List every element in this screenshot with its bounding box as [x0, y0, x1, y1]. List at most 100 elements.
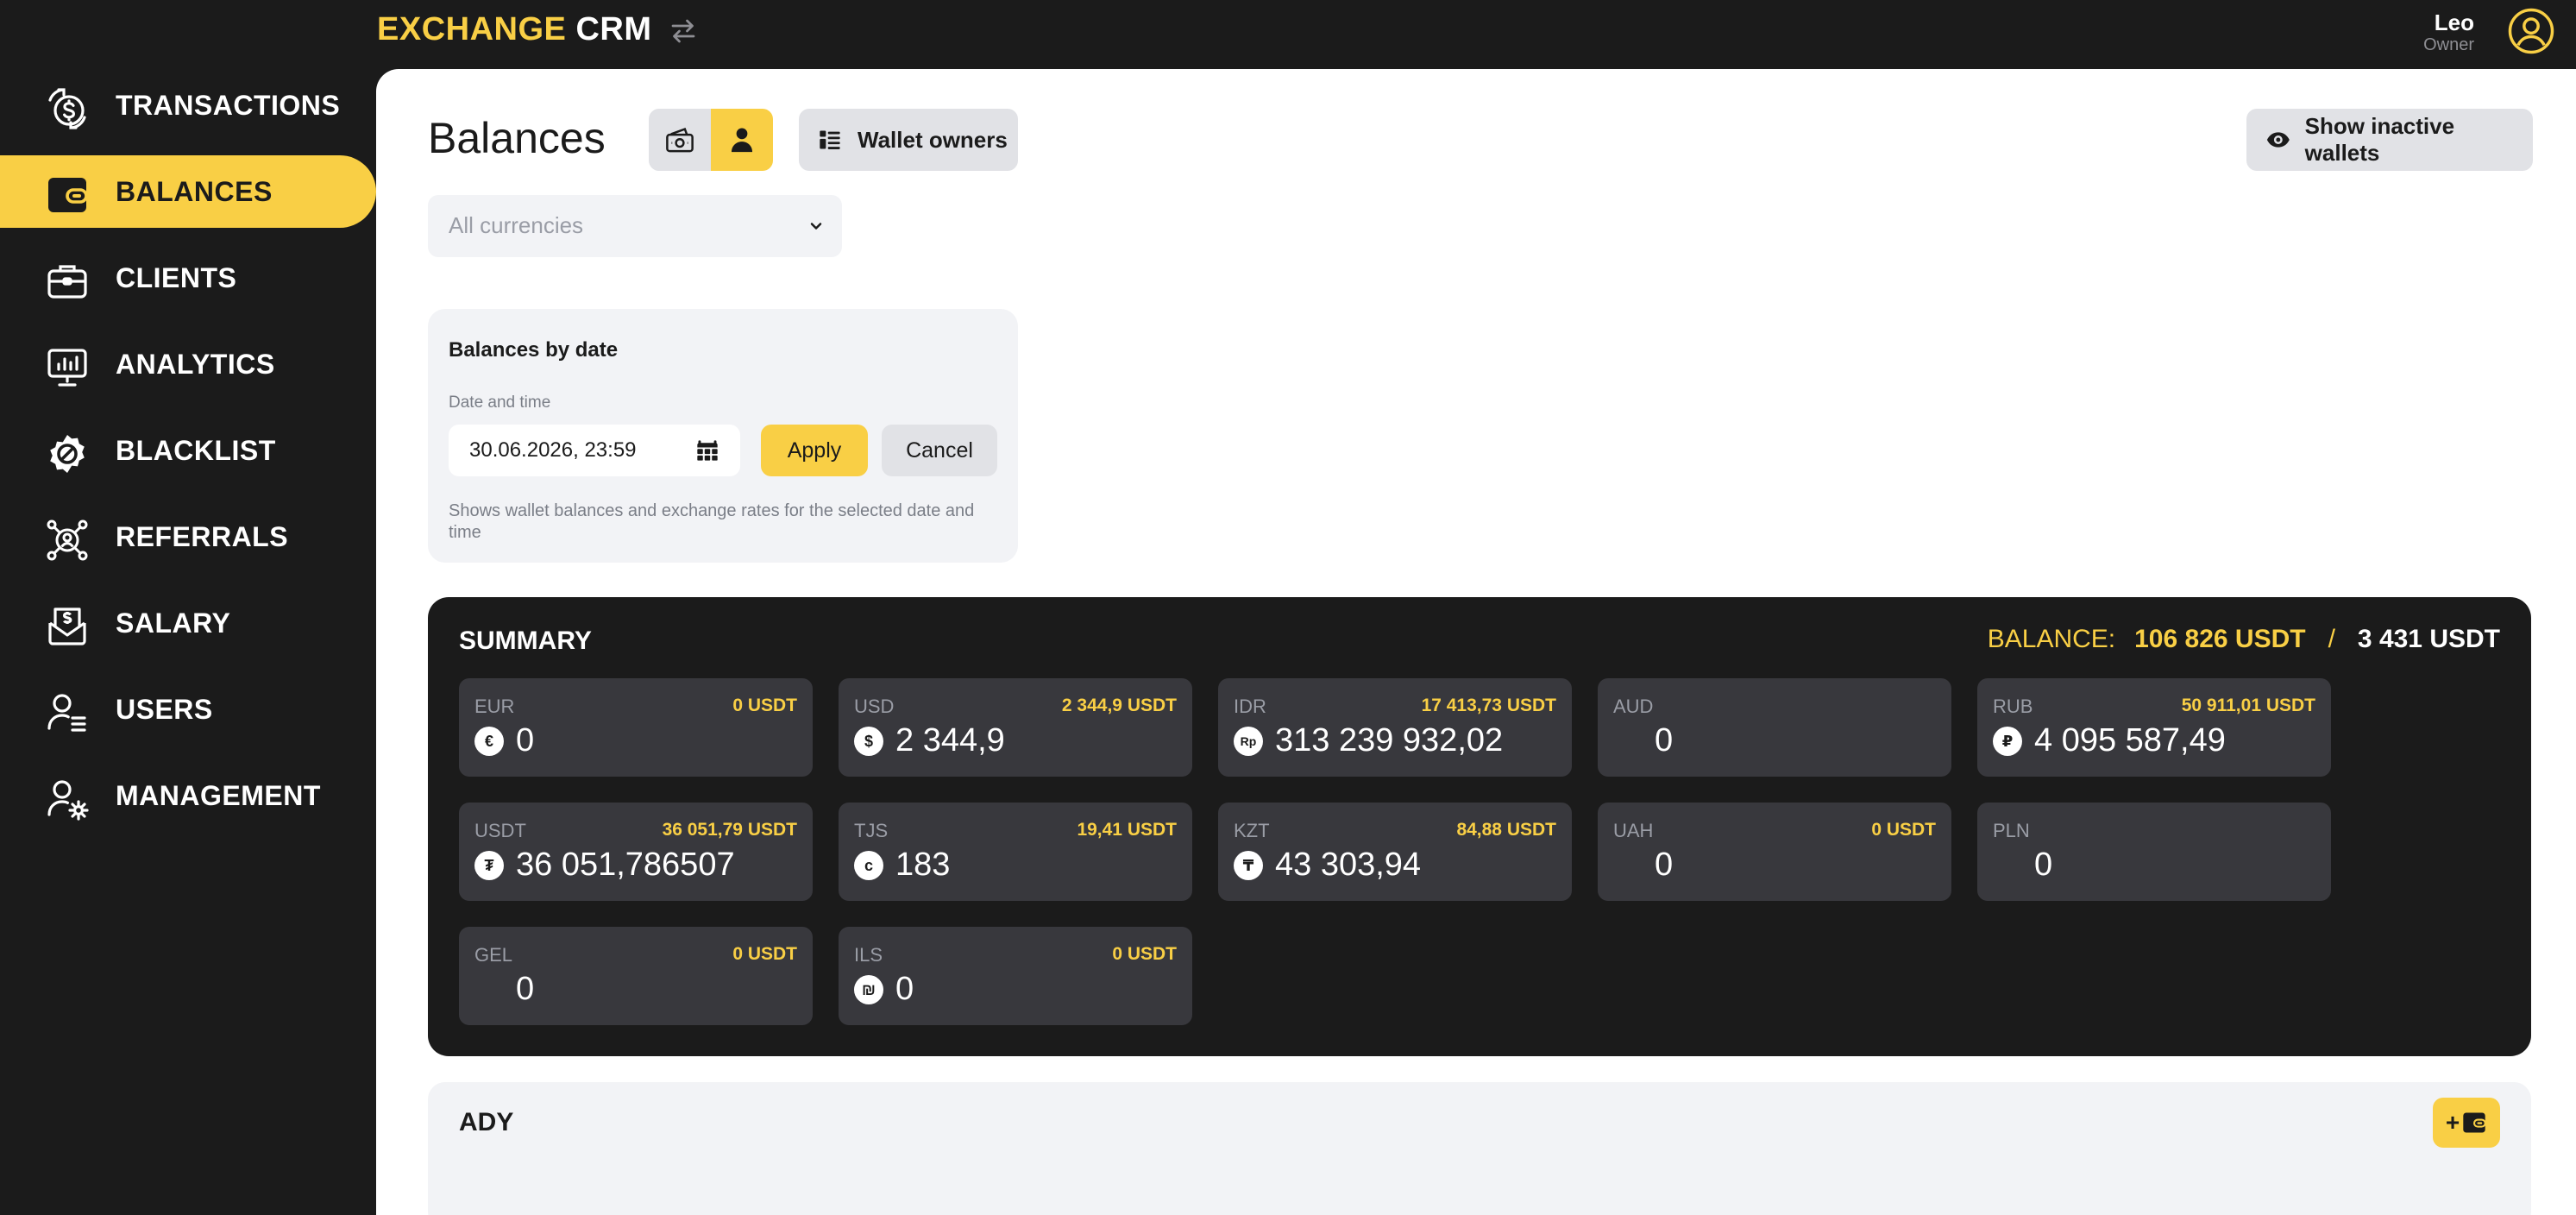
person-icon	[731, 128, 753, 153]
sidebar: TRANSACTIONS BALANCES CLIENTS ANALYTICS	[0, 69, 376, 1215]
sidebar-item-balances[interactable]: BALANCES	[0, 155, 376, 228]
balance-label: BALANCE:	[1987, 625, 2116, 653]
view-toggle	[649, 109, 773, 171]
balance-secondary-value: 3 431 USDT	[2357, 625, 2500, 653]
currency-card-rub[interactable]: RUB 50 911,01 USDT ₽ 4 095 587,49	[1977, 678, 2331, 777]
sidebar-label-balances: BALANCES	[116, 176, 273, 207]
currency-card-kzt[interactable]: KZT 84,88 USDT ₸ 43 303,94	[1218, 803, 1572, 901]
balances-by-date-help: Shows wallet balances and exchange rates…	[449, 501, 975, 542]
currency-card-pln[interactable]: PLN 0	[1977, 803, 2331, 901]
briefcase-icon	[47, 265, 87, 299]
currency-usdt-value: 0 USDT	[732, 944, 797, 964]
sidebar-item-salary[interactable]: SALARY	[0, 587, 376, 659]
blocked-badge-icon	[50, 435, 85, 473]
currency-usdt-value: 0 USDT	[1871, 820, 1936, 840]
currency-usdt-value: 17 413,73 USDT	[1421, 696, 1556, 715]
add-wallet-plus: +	[2445, 1109, 2460, 1136]
currency-card-usdt[interactable]: USDT 36 051,79 USDT ₮ 36 051,786507	[459, 803, 813, 901]
rupiah-icon: Rp	[1234, 727, 1263, 756]
currency-amount: 0	[1655, 722, 1674, 759]
currency-code: TJS	[854, 820, 889, 841]
sidebar-item-referrals[interactable]: REFERRALS	[0, 500, 376, 573]
balances-by-date-title: Balances by date	[449, 338, 619, 362]
date-time-input[interactable]: 30.06.2026, 23:59	[449, 425, 740, 476]
euro-icon: €	[474, 727, 504, 756]
currency-amount: 43 303,94	[1275, 847, 1422, 883]
currency-card-idr[interactable]: IDR 17 413,73 USDT Rp 313 239 932,02	[1218, 678, 1572, 777]
currency-code: ILS	[854, 944, 883, 966]
sidebar-item-blacklist[interactable]: BLACKLIST	[0, 414, 376, 487]
sidebar-label-salary: SALARY	[116, 608, 231, 639]
currency-card-uah[interactable]: UAH 0 USDT 0	[1598, 803, 1951, 901]
user-gear-icon	[47, 780, 89, 821]
user-list-icon	[47, 694, 86, 732]
sidebar-label-transactions: TRANSACTIONS	[116, 90, 341, 121]
wallet-group-ady: ADY +	[428, 1082, 2531, 1215]
main-panel: Balances Wallet owners Show inactive wal…	[376, 69, 2576, 1215]
date-time-value: 30.06.2026, 23:59	[469, 438, 637, 462]
currency-amount: 0	[2034, 847, 2053, 883]
currency-card-usd[interactable]: USD 2 344,9 USDT $ 2 344,9	[839, 678, 1192, 777]
swap-arrows-icon[interactable]	[668, 16, 699, 47]
currency-card-eur[interactable]: EUR 0 USDT € 0	[459, 678, 813, 777]
chevron-down-icon	[810, 223, 822, 230]
currency-usdt-value: 2 344,9 USDT	[1061, 696, 1177, 715]
currency-usdt-value: 0 USDT	[732, 696, 797, 715]
currency-code: USDT	[474, 820, 526, 841]
calendar-icon[interactable]	[695, 438, 719, 463]
currency-code: IDR	[1234, 696, 1266, 717]
summary-title: SUMMARY	[459, 626, 592, 655]
user-profile-icon[interactable]	[2507, 7, 2555, 55]
money-envelope-icon	[48, 608, 86, 645]
dollar-icon: $	[854, 727, 883, 756]
currency-code: AUD	[1613, 696, 1654, 717]
currency-amount: 0	[1655, 847, 1674, 883]
currency-card-tjs[interactable]: TJS 19,41 USDT c 183	[839, 803, 1192, 901]
add-wallet-button[interactable]: +	[2433, 1098, 2500, 1148]
ruble-icon: ₽	[1993, 727, 2022, 756]
show-inactive-label: Show inactive wallets	[2304, 113, 2455, 166]
view-by-currency-button[interactable]	[649, 109, 711, 171]
chart-monitor-icon	[47, 349, 87, 387]
user-name: Leo	[2434, 9, 2474, 35]
sidebar-label-blacklist: BLACKLIST	[116, 435, 276, 466]
wallet-owners-label: Wallet owners	[858, 126, 1008, 153]
currency-amount: 313 239 932,02	[1275, 722, 1504, 759]
currency-usdt-value: 50 911,01 USDT	[2181, 696, 2315, 715]
currency-code: RUB	[1993, 696, 2033, 717]
sidebar-item-clients[interactable]: CLIENTS	[0, 242, 376, 314]
apply-button[interactable]: Apply	[761, 425, 868, 476]
sidebar-item-transactions[interactable]: TRANSACTIONS	[0, 69, 376, 142]
cancel-button[interactable]: Cancel	[882, 425, 997, 476]
dollar-exchange-icon	[48, 88, 86, 129]
show-inactive-wallets-button[interactable]: Show inactive wallets	[2246, 109, 2533, 171]
currency-card-gel[interactable]: GEL 0 USDT 0	[459, 927, 813, 1025]
date-time-label: Date and time	[449, 393, 551, 412]
currency-amount: 0	[516, 722, 535, 759]
wallet-owners-button[interactable]: Wallet owners	[799, 109, 1018, 171]
user-role: Owner	[2423, 35, 2474, 54]
logo-exchange: EXCHANGE	[377, 11, 567, 47]
currency-card-aud[interactable]: AUD 0	[1598, 678, 1951, 777]
view-by-owner-button[interactable]	[711, 109, 773, 171]
sidebar-item-users[interactable]: USERS	[0, 673, 376, 746]
currency-code: EUR	[474, 696, 515, 717]
currency-usdt-value: 0 USDT	[1112, 944, 1177, 964]
page-title: Balances	[428, 114, 606, 162]
currency-card-ils[interactable]: ILS 0 USDT ₪ 0	[839, 927, 1192, 1025]
app-logo[interactable]: EXCHANGE CRM	[377, 10, 651, 48]
wallet-icon	[2463, 1112, 2486, 1133]
tenge-icon: ₸	[1234, 851, 1263, 880]
owners-list-icon	[820, 130, 840, 149]
money-cash-icon	[666, 127, 694, 153]
currency-usdt-value: 84,88 USDT	[1456, 820, 1556, 840]
sidebar-item-analytics[interactable]: ANALYTICS	[0, 328, 376, 400]
sidebar-item-management[interactable]: MANAGEMENT	[0, 759, 376, 832]
currency-filter-select[interactable]: All currencies	[428, 195, 842, 257]
currency-usdt-value: 19,41 USDT	[1077, 820, 1177, 840]
summary-balance: BALANCE: 106 826 USDT / 3 431 USDT	[1988, 625, 2500, 654]
wallet-icon	[48, 178, 88, 212]
network-user-icon	[47, 519, 88, 561]
user-info: Leo Owner	[2423, 10, 2474, 55]
summary-card: SUMMARY BALANCE: 106 826 USDT / 3 431 US…	[428, 597, 2531, 1056]
